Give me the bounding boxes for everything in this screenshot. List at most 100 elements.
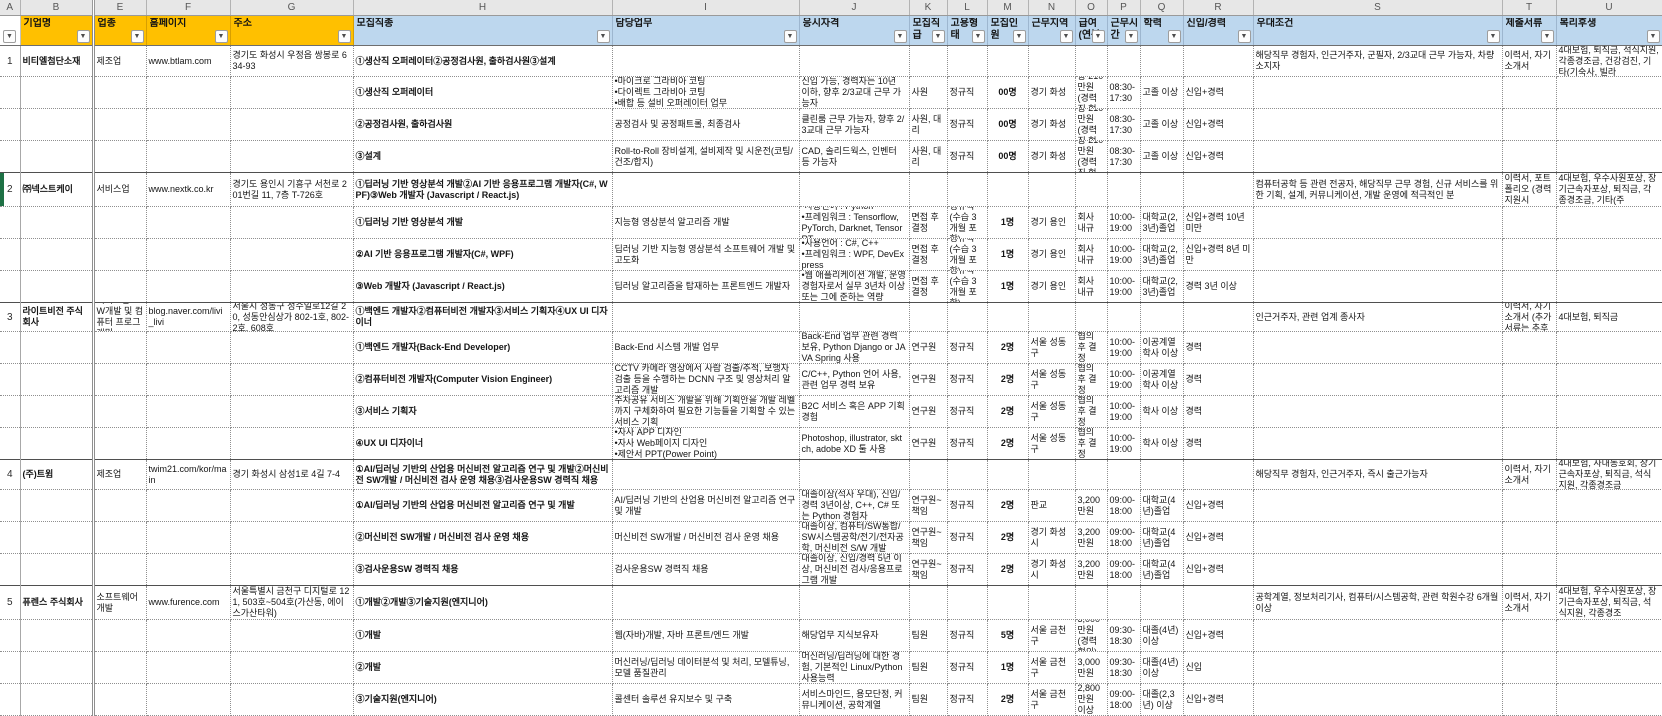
- cell-F-r10[interactable]: [146, 332, 230, 364]
- column-letter-F[interactable]: F: [146, 0, 230, 16]
- cell-N-r15[interactable]: 판교: [1028, 490, 1075, 522]
- cell-H-r1[interactable]: ①생산직 오퍼레이터②공정검사원, 출하검사원③설계: [353, 46, 612, 77]
- cell-P-r19[interactable]: 09:30-18:30: [1107, 620, 1140, 652]
- cell-S-r8[interactable]: [1253, 271, 1502, 303]
- cell-Q-r1[interactable]: [1140, 46, 1183, 77]
- cell-P-r5[interactable]: [1107, 173, 1140, 207]
- cell-R-r12[interactable]: 경력: [1183, 396, 1253, 428]
- cell-A-r16[interactable]: [0, 522, 20, 554]
- cell-I-r11[interactable]: CCTV 카메라 영상에서 사람 검출/추적, 보행자 검출 등을 수행하는 D…: [612, 364, 799, 396]
- cell-S-r1[interactable]: 해당직무 경험자, 인근거주자, 군필자, 2/3교대 근무 가능자, 차량소지…: [1253, 46, 1502, 77]
- cell-I-r17[interactable]: 검사운용SW 경력직 채용: [612, 554, 799, 586]
- cell-B-r3[interactable]: [20, 109, 93, 141]
- cell-O-r18[interactable]: [1075, 586, 1107, 620]
- cell-I-r20[interactable]: 머신러닝/딥러닝 데이터분석 및 처리, 모델튜닝, 모델 품질관리: [612, 652, 799, 684]
- cell-K-r6[interactable]: 면접 후 결정: [909, 207, 947, 239]
- cell-N-r11[interactable]: 서울 성동구: [1028, 364, 1075, 396]
- cell-G-r19[interactable]: [230, 620, 353, 652]
- cell-B-r15[interactable]: [20, 490, 93, 522]
- cell-E-r14[interactable]: 제조업: [93, 460, 146, 490]
- cell-E-r9[interactable]: 서비스업/SW개발 및 컴퓨터 프로그래밍: [93, 303, 146, 332]
- cell-R-r6[interactable]: 신입+경력 10년 미만: [1183, 207, 1253, 239]
- cell-T-r8[interactable]: [1502, 271, 1556, 303]
- cell-P-r9[interactable]: [1107, 303, 1140, 332]
- cell-R-r19[interactable]: 신입+경력: [1183, 620, 1253, 652]
- cell-B-r6[interactable]: [20, 207, 93, 239]
- cell-M-r13[interactable]: 2명: [987, 428, 1028, 460]
- cell-K-r15[interactable]: 연구원~책임: [909, 490, 947, 522]
- cell-L-r14[interactable]: [947, 460, 987, 490]
- cell-M-r5[interactable]: [987, 173, 1028, 207]
- cell-F-r21[interactable]: [146, 684, 230, 716]
- cell-H-r18[interactable]: ①개발②개발③기술지원(엔지니어): [353, 586, 612, 620]
- cell-O-r20[interactable]: 3,000만원: [1075, 652, 1107, 684]
- cell-G-r12[interactable]: [230, 396, 353, 428]
- cell-U-r18[interactable]: 4대보험, 우수사원포상, 장기근속자포상, 퇴직금, 석식지원, 각종경조: [1556, 586, 1662, 620]
- cell-Q-r14[interactable]: [1140, 460, 1183, 490]
- filter-dropdown-icon[interactable]: ▼: [1013, 30, 1026, 43]
- cell-J-r1[interactable]: [799, 46, 909, 77]
- cell-G-r14[interactable]: 경기 화성시 삼성1로 4길 7-4: [230, 460, 353, 490]
- cell-N-r1[interactable]: [1028, 46, 1075, 77]
- cell-Q-r6[interactable]: 대학교(2,3년)졸업: [1140, 207, 1183, 239]
- cell-B-r7[interactable]: [20, 239, 93, 271]
- column-letter-S[interactable]: S: [1253, 0, 1502, 16]
- cell-M-r19[interactable]: 5명: [987, 620, 1028, 652]
- cell-J-r7[interactable]: •사용언어 : C#, C++ •프레임워크 : WPF, DevExpress: [799, 239, 909, 271]
- cell-B-r16[interactable]: [20, 522, 93, 554]
- cell-A-r11[interactable]: [0, 364, 20, 396]
- cell-G-r13[interactable]: [230, 428, 353, 460]
- filter-dropdown-icon[interactable]: ▼: [1168, 30, 1181, 43]
- column-letter-B[interactable]: B: [20, 0, 93, 16]
- cell-G-r4[interactable]: [230, 141, 353, 173]
- cell-N-r4[interactable]: 경기 화성: [1028, 141, 1075, 173]
- cell-L-r8[interactable]: 정규직 (수습 3개월 포함): [947, 271, 987, 303]
- filter-dropdown-icon[interactable]: ▼: [1092, 30, 1105, 43]
- cell-J-r5[interactable]: [799, 173, 909, 207]
- cell-L-r11[interactable]: 정규직: [947, 364, 987, 396]
- cell-O-r3[interactable]: 고졸초봉 210만원 (경력직 협의): [1075, 109, 1107, 141]
- cell-Q-r10[interactable]: 이공계열 학사 이상: [1140, 332, 1183, 364]
- cell-U-r11[interactable]: [1556, 364, 1662, 396]
- cell-H-r9[interactable]: ①백엔드 개발자②컴퓨터비전 개발자③서비스 기획자④UX UI 디자이너: [353, 303, 612, 332]
- cell-G-r9[interactable]: 서울시 성동구 성수일로12길 20, 성동안심상가 802-1호, 802-2…: [230, 303, 353, 332]
- cell-P-r16[interactable]: 09:00-18:00: [1107, 522, 1140, 554]
- column-letter-A[interactable]: A: [0, 0, 20, 16]
- cell-P-r7[interactable]: 10:00-19:00: [1107, 239, 1140, 271]
- cell-A-r13[interactable]: [0, 428, 20, 460]
- cell-M-r9[interactable]: [987, 303, 1028, 332]
- cell-I-r10[interactable]: Back-End 시스템 개발 업무: [612, 332, 799, 364]
- cell-U-r6[interactable]: [1556, 207, 1662, 239]
- cell-G-r17[interactable]: [230, 554, 353, 586]
- cell-E-r7[interactable]: [93, 239, 146, 271]
- cell-I-r7[interactable]: 딥러닝 기반 지능형 영상분석 소프트웨어 개발 및 고도화: [612, 239, 799, 271]
- cell-N-r3[interactable]: 경기 화성: [1028, 109, 1075, 141]
- cell-K-r14[interactable]: [909, 460, 947, 490]
- cell-G-r5[interactable]: 경기도 용인시 기흥구 서천로 201번길 11, 7층 T-726호: [230, 173, 353, 207]
- filter-dropdown-icon[interactable]: ▼: [932, 30, 945, 43]
- cell-A-r12[interactable]: [0, 396, 20, 428]
- cell-L-r16[interactable]: 정규직: [947, 522, 987, 554]
- cell-T-r7[interactable]: [1502, 239, 1556, 271]
- filter-dropdown-icon[interactable]: ▼: [894, 30, 907, 43]
- cell-A-r17[interactable]: [0, 554, 20, 586]
- filter-dropdown-icon[interactable]: ▼: [597, 30, 610, 43]
- cell-I-r13[interactable]: •자사 APP 디자인 •자사 Web페이지 디자인 •제안서 PPT(Powe…: [612, 428, 799, 460]
- cell-P-r2[interactable]: 08:30-17:30: [1107, 77, 1140, 109]
- cell-J-r3[interactable]: 클린룸 근무 가능자, 향후 2/3교대 근무 가능자: [799, 109, 909, 141]
- cell-N-r17[interactable]: 경기 화성시: [1028, 554, 1075, 586]
- cell-O-r14[interactable]: [1075, 460, 1107, 490]
- cell-T-r17[interactable]: [1502, 554, 1556, 586]
- cell-K-r17[interactable]: 연구원~책임: [909, 554, 947, 586]
- cell-L-r19[interactable]: 정규직: [947, 620, 987, 652]
- cell-R-r9[interactable]: [1183, 303, 1253, 332]
- cell-N-r21[interactable]: 서울 금천구: [1028, 684, 1075, 716]
- cell-T-r18[interactable]: 이력서, 자기소개서: [1502, 586, 1556, 620]
- cell-O-r21[interactable]: 2,800만원 이상: [1075, 684, 1107, 716]
- cell-P-r6[interactable]: 10:00-19:00: [1107, 207, 1140, 239]
- column-letter-R[interactable]: R: [1183, 0, 1253, 16]
- cell-R-r2[interactable]: 신입+경력: [1183, 77, 1253, 109]
- cell-Q-r20[interactable]: 대졸(4년)이상: [1140, 652, 1183, 684]
- cell-E-r10[interactable]: [93, 332, 146, 364]
- cell-F-r3[interactable]: [146, 109, 230, 141]
